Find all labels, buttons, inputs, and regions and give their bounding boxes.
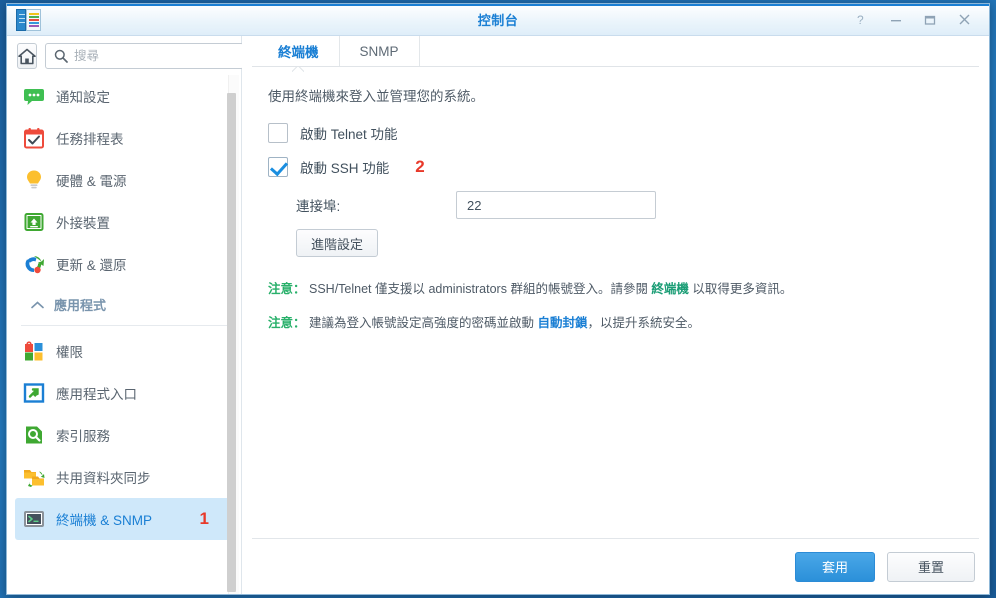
- titlebar-accent-line: [7, 4, 989, 6]
- sidebar-item-indexing-service[interactable]: 索引服務: [15, 414, 235, 456]
- sidebar-item-label: 權限: [56, 345, 83, 360]
- note-tag: 注意：: [268, 282, 306, 296]
- sidebar-item-terminal-snmp[interactable]: 終端機 & SNMP 1: [15, 498, 235, 540]
- auto-block-link[interactable]: 自動封鎖: [537, 316, 587, 330]
- port-field-row: 連接埠:: [296, 191, 967, 219]
- update-restore-icon: [23, 253, 45, 275]
- sidebar-item-label: 索引服務: [56, 429, 110, 444]
- tab-snmp[interactable]: SNMP: [340, 36, 420, 66]
- sidebar-section-divider: [21, 325, 227, 326]
- sidebar-item-hardware-power[interactable]: 硬體 & 電源: [15, 159, 235, 201]
- sidebar-item-label: 外接裝置: [56, 216, 110, 231]
- advanced-settings-button[interactable]: 進階設定: [296, 229, 379, 257]
- minimize-button[interactable]: [881, 8, 911, 32]
- sidebar-item-app-portal[interactable]: 應用程式入口: [15, 372, 235, 414]
- window-body: 通知設定 任務排程表: [7, 36, 989, 594]
- sidebar-nav: 通知設定 任務排程表 硬體 & 電源 外接裝置 更新 & 還原 應用程式 權限 …: [7, 75, 241, 594]
- sidebar-header: [7, 36, 244, 75]
- app-portal-icon: [23, 382, 45, 404]
- notes-section: 注意： SSH/Telnet 僅支援以 administrators 群組的帳號…: [268, 281, 967, 332]
- terminal-snmp-icon: [23, 508, 45, 530]
- sidebar-item-label: 任務排程表: [56, 132, 124, 147]
- sidebar-item-notification[interactable]: 通知設定: [15, 75, 235, 117]
- tab-label: 終端機: [278, 45, 319, 60]
- note-tag: 注意：: [268, 315, 306, 330]
- indexing-service-icon: [23, 424, 45, 446]
- sidebar-scrollbar-track[interactable]: [227, 75, 239, 594]
- terminal-help-link[interactable]: 終端機: [651, 282, 689, 296]
- note-text-after: 以取得更多資訊。: [688, 282, 793, 296]
- ssh-checkbox[interactable]: [268, 157, 288, 177]
- search-box[interactable]: [45, 43, 244, 69]
- sidebar-item-label: 硬體 & 電源: [56, 174, 127, 189]
- home-icon: [18, 48, 36, 64]
- sidebar-item-label: 共用資料夾同步: [56, 471, 151, 486]
- notification-icon: [23, 85, 45, 107]
- hardware-power-icon: [23, 169, 45, 191]
- sidebar-item-shared-folder-sync[interactable]: 共用資料夾同步: [15, 456, 235, 498]
- shared-folder-sync-icon: [23, 466, 45, 488]
- task-scheduler-icon: [23, 127, 45, 149]
- search-input[interactable]: [74, 49, 235, 63]
- window-controls: ?: [847, 8, 989, 32]
- close-button[interactable]: [949, 8, 979, 32]
- note-text-after: ，以提升系統安全。: [587, 315, 701, 330]
- sidebar: 通知設定 任務排程表: [7, 36, 244, 594]
- sidebar-item-label: 更新 & 還原: [56, 258, 127, 273]
- note-row: 注意： SSH/Telnet 僅支援以 administrators 群組的帳號…: [268, 281, 967, 299]
- external-device-icon: [23, 211, 45, 233]
- tab-terminal[interactable]: 終端機: [258, 36, 340, 66]
- content-area: 終端機 SNMP 使用終端機來登入並管理您的系統。 啟動 Telnet 功能 啟…: [242, 36, 989, 594]
- control-panel-window: 控制台 ? 搜尋 通知設定 任務排程表 硬體 & 電源 外接裝置 更新 & 還原…: [6, 3, 990, 595]
- sidebar-section-label: 應用程式: [54, 298, 107, 313]
- sidebar-item-update-restore[interactable]: 更新 & 還原: [15, 243, 235, 285]
- note-text-before: SSH/Telnet 僅支援以 administrators 群組的帳號登入。請…: [309, 282, 652, 296]
- reset-button[interactable]: 重置: [887, 551, 975, 582]
- search-icon: [54, 49, 68, 63]
- svg-text:?: ?: [857, 14, 864, 26]
- ssh-label: 啟動 SSH 功能: [300, 161, 390, 176]
- sidebar-item-task-scheduler[interactable]: 任務排程表: [15, 117, 235, 159]
- sidebar-item-label: 通知設定: [56, 90, 110, 105]
- window-titlebar: 控制台 ?: [7, 4, 989, 36]
- panel-footer: 套用 重置: [252, 538, 979, 594]
- telnet-checkbox-row[interactable]: 啟動 Telnet 功能: [268, 123, 967, 143]
- sidebar-item-label: 終端機 & SNMP: [56, 513, 153, 528]
- note-row: 注意： 建議為登入帳號設定高強度的密碼並啟動 自動封鎖，以提升系統安全。: [268, 315, 967, 333]
- ssh-step-badge: 2: [415, 157, 425, 176]
- sidebar-step-badge: 1: [199, 509, 209, 528]
- note-text-before: 建議為登入帳號設定高強度的密碼並啟動: [309, 315, 538, 330]
- tab-label: SNMP: [359, 43, 399, 59]
- ssh-checkbox-row[interactable]: 啟動 SSH 功能 2: [268, 157, 967, 177]
- sidebar-item-external-devices[interactable]: 外接裝置: [15, 201, 235, 243]
- help-button[interactable]: ?: [847, 8, 877, 32]
- advanced-settings-row: 進階設定: [296, 229, 967, 257]
- telnet-checkbox[interactable]: [268, 123, 288, 143]
- privileges-icon: [23, 340, 45, 362]
- maximize-button[interactable]: [915, 8, 945, 32]
- sidebar-item-label: 應用程式入口: [56, 387, 137, 402]
- panel-description: 使用終端機來登入並管理您的系統。: [268, 89, 484, 104]
- port-input[interactable]: [456, 191, 656, 219]
- control-panel-icon: [16, 8, 42, 32]
- sidebar-section-applications[interactable]: 應用程式: [15, 287, 235, 322]
- home-button[interactable]: [17, 43, 37, 69]
- sidebar-item-privileges[interactable]: 權限: [15, 330, 235, 372]
- chevron-up-icon: [31, 300, 44, 308]
- tab-bar-divider: [252, 66, 979, 67]
- tab-bar: 終端機 SNMP: [242, 36, 989, 66]
- terminal-settings-panel: 使用終端機來登入並管理您的系統。 啟動 Telnet 功能 啟動 SSH 功能 …: [242, 67, 989, 538]
- window-title: 控制台: [477, 13, 519, 28]
- sidebar-scrollbar-thumb[interactable]: [227, 93, 236, 592]
- telnet-label: 啟動 Telnet 功能: [300, 127, 398, 142]
- apply-button[interactable]: 套用: [795, 551, 875, 582]
- port-label: 連接埠:: [296, 199, 341, 214]
